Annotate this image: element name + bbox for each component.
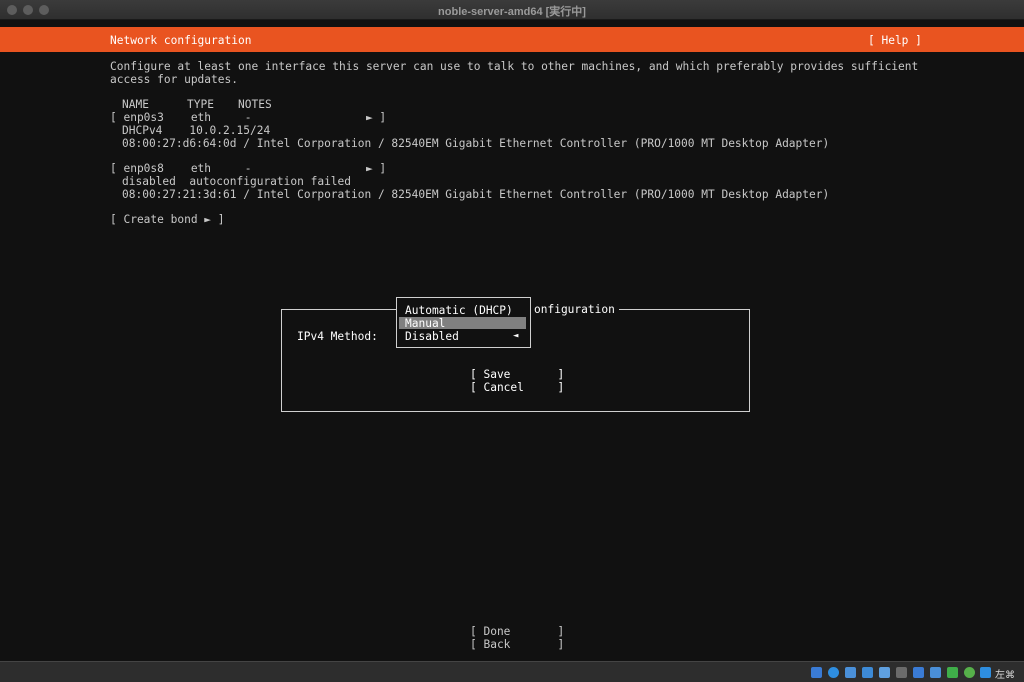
cpu-icon[interactable] [947, 667, 958, 678]
recording-icon[interactable] [930, 667, 941, 678]
interface-row-enp0s8[interactable]: [ enp0s8 eth - ► ] [110, 162, 386, 175]
optical-drive-icon[interactable] [828, 667, 839, 678]
audio-icon[interactable] [845, 667, 856, 678]
window-titlebar: noble-server-amd64 [実行中] [0, 0, 1024, 20]
back-button[interactable]: [ Back ] [470, 638, 564, 651]
create-bond-button[interactable]: [ Create bond ► ] [110, 213, 225, 226]
host-key-indicator: 左⌘ [995, 670, 1015, 681]
window-title: noble-server-amd64 [実行中] [438, 6, 586, 18]
column-header-type: TYPE [187, 98, 214, 111]
display-icon[interactable] [913, 667, 924, 678]
left-arrow-icon: ◄ [513, 331, 519, 341]
done-button[interactable]: [ Done ] [470, 625, 564, 638]
mouse-integration-icon[interactable] [980, 667, 991, 678]
shared-folder-icon[interactable] [896, 667, 907, 678]
page-title: Network configuration [110, 34, 252, 47]
ipv4-method-dropdown[interactable]: Automatic (DHCP) Manual Disabled ◄ [396, 297, 531, 348]
interface-status: disabled autoconfiguration failed [122, 175, 352, 188]
guest-additions-icon[interactable] [964, 667, 975, 678]
option-manual[interactable]: Manual [405, 317, 445, 330]
interface-status: DHCPv4 10.0.2.15/24 [122, 124, 271, 137]
option-automatic-dhcp[interactable]: Automatic (DHCP) [405, 304, 513, 317]
intro-line-2: access for updates. [110, 73, 238, 86]
network-icon[interactable] [862, 667, 873, 678]
hard-disk-icon[interactable] [811, 667, 822, 678]
interface-hardware: 08:00:27:21:3d:61 / Intel Corporation / … [122, 188, 830, 201]
vm-status-bar: 左⌘ [0, 661, 1024, 682]
help-button[interactable]: [ Help ] [868, 34, 922, 47]
usb-icon[interactable] [879, 667, 890, 678]
dialog-title: onfiguration [530, 303, 619, 316]
interface-row-enp0s3[interactable]: [ enp0s3 eth - ► ] [110, 111, 386, 124]
cancel-button[interactable]: [ Cancel ] [470, 381, 564, 394]
column-header-notes: NOTES [238, 98, 272, 111]
save-button[interactable]: [ Save ] [470, 368, 564, 381]
intro-line-1: Configure at least one interface this se… [110, 60, 919, 73]
option-disabled[interactable]: Disabled [405, 330, 459, 343]
interface-hardware: 08:00:27:d6:64:0d / Intel Corporation / … [122, 137, 830, 150]
column-header-name: NAME [122, 98, 149, 111]
ipv4-method-label: IPv4 Method: [297, 330, 378, 343]
